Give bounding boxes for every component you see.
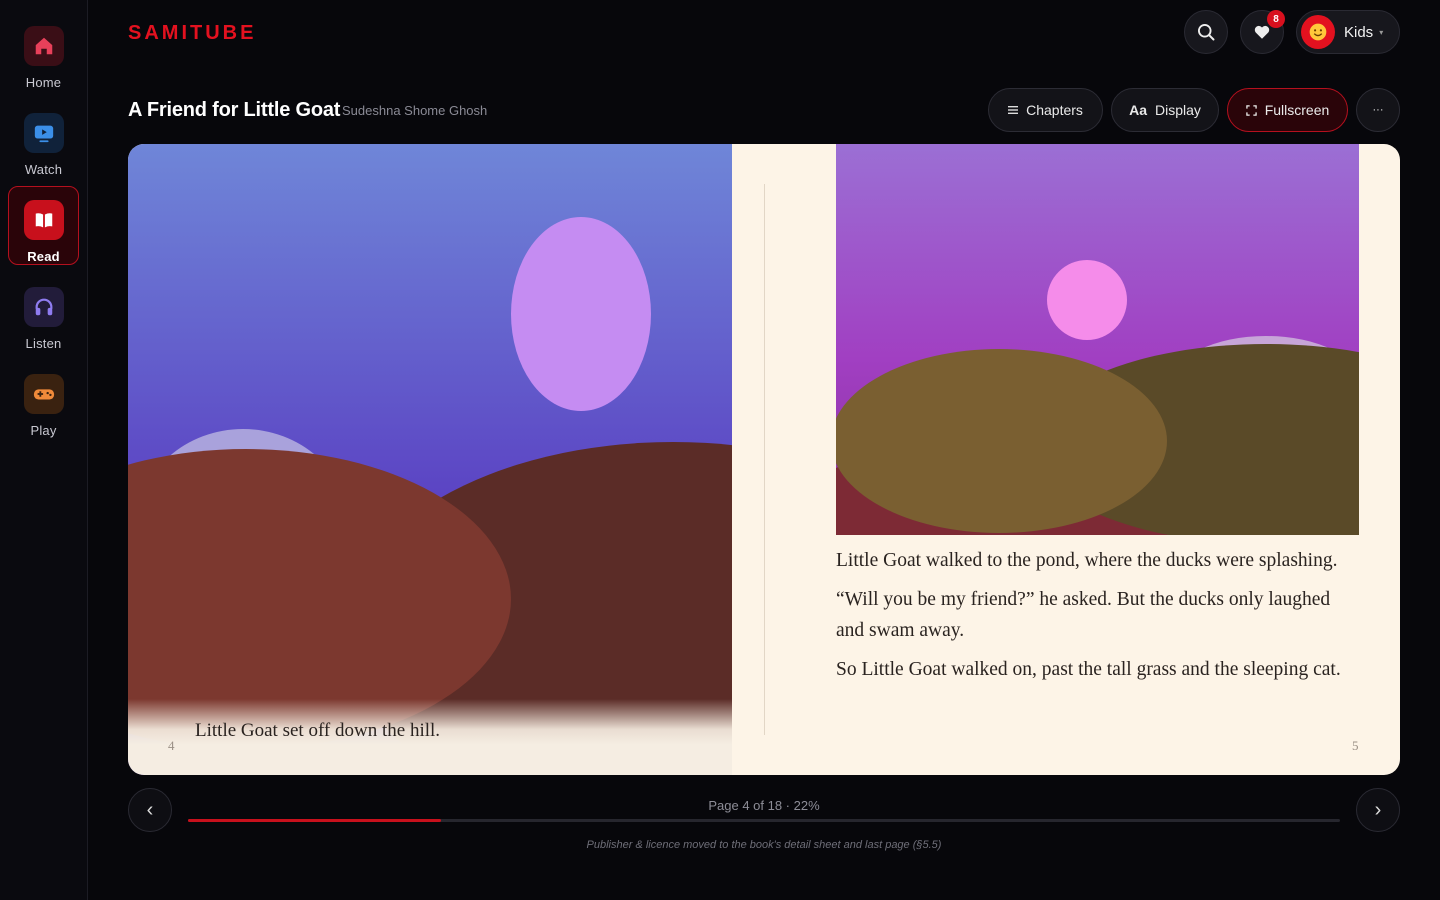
left-page[interactable]: Little Goat set off down the hill. 4 [128, 144, 732, 775]
left-page-text: Little Goat set off down the hill. [195, 720, 441, 741]
smiley-icon [1309, 23, 1327, 41]
publisher-note: Publisher & licence moved to the book's … [586, 839, 942, 851]
profile-switcher[interactable]: Kids ▾ [1296, 10, 1400, 54]
search-icon [1198, 24, 1215, 41]
right-page-illustration [836, 144, 1359, 535]
open-book-icon [23, 200, 64, 240]
chapters-button[interactable]: Chapters [988, 88, 1103, 132]
avatar [1301, 15, 1335, 49]
right-page-text[interactable]: Little Goat walked to the pond, where th… [836, 545, 1360, 693]
search-button[interactable] [1184, 10, 1228, 54]
paragraph: Little Goat walked to the pond, where th… [836, 550, 1338, 571]
book-author: Sudeshna Shome Ghosh [342, 103, 488, 118]
chevron-right-icon: › [1374, 798, 1382, 821]
paragraph: “Will you be my friend?” he asked. But t… [836, 589, 1331, 641]
sidebar-item-label: Watch [24, 162, 63, 177]
sidebar-item-play[interactable]: Play [8, 361, 79, 440]
sidebar-item-watch[interactable]: Watch [8, 100, 79, 179]
play-screen-icon [23, 113, 64, 153]
sidebar: Home Watch Read Listen Play [0, 0, 88, 900]
display-button[interactable]: Aa Display [1111, 88, 1219, 132]
gamepad-icon [23, 374, 64, 414]
sidebar-item-label: Listen [25, 336, 62, 351]
display-label: Display [1155, 102, 1201, 118]
more-options-button[interactable]: ··· [1356, 88, 1400, 132]
app-logo[interactable]: SAMITUBE [128, 22, 256, 45]
paragraph: So Little Goat walked on, past the tall … [836, 659, 1341, 680]
progress-track[interactable] [188, 819, 1340, 822]
sidebar-item-home[interactable]: Home [8, 13, 79, 92]
left-page-illustration [128, 144, 732, 775]
chevron-down-icon: ▾ [1379, 27, 1384, 37]
fullscreen-button[interactable]: Fullscreen [1227, 88, 1348, 132]
sidebar-item-label: Home [25, 75, 62, 90]
headphones-icon [23, 287, 64, 327]
chevron-left-icon: ‹ [146, 798, 154, 821]
heart-icon [1254, 25, 1270, 39]
chapters-label: Chapters [1026, 102, 1083, 118]
page-indicator: Page 4 of 18 · 22% [708, 798, 820, 813]
book-spread: Little Goat set off down the hill. 4 Lit… [128, 144, 1400, 775]
notification-badge: 8 [1267, 10, 1285, 28]
fullscreen-icon [1245, 104, 1257, 116]
book-title: A Friend for Little Goat [128, 99, 341, 121]
sidebar-item-label: Read [27, 249, 60, 264]
page-gutter [764, 184, 765, 735]
fullscreen-label: Fullscreen [1264, 102, 1330, 118]
progress-fill [188, 819, 442, 822]
text-size-icon: Aa [1129, 102, 1147, 118]
sidebar-item-listen[interactable]: Listen [8, 274, 79, 353]
more-icon: ··· [1372, 104, 1384, 116]
left-page-number: 4 [168, 738, 175, 753]
previous-page-button[interactable]: ‹ [128, 788, 172, 832]
profile-name: Kids [1344, 23, 1374, 41]
favorites-button[interactable]: 8 [1240, 10, 1285, 54]
sidebar-item-read[interactable]: Read [8, 186, 79, 265]
next-page-button[interactable]: › [1356, 788, 1400, 832]
home-icon [23, 26, 64, 66]
list-icon [1008, 106, 1019, 114]
right-page-number: 5 [1352, 738, 1359, 753]
sidebar-item-label: Play [30, 423, 57, 438]
